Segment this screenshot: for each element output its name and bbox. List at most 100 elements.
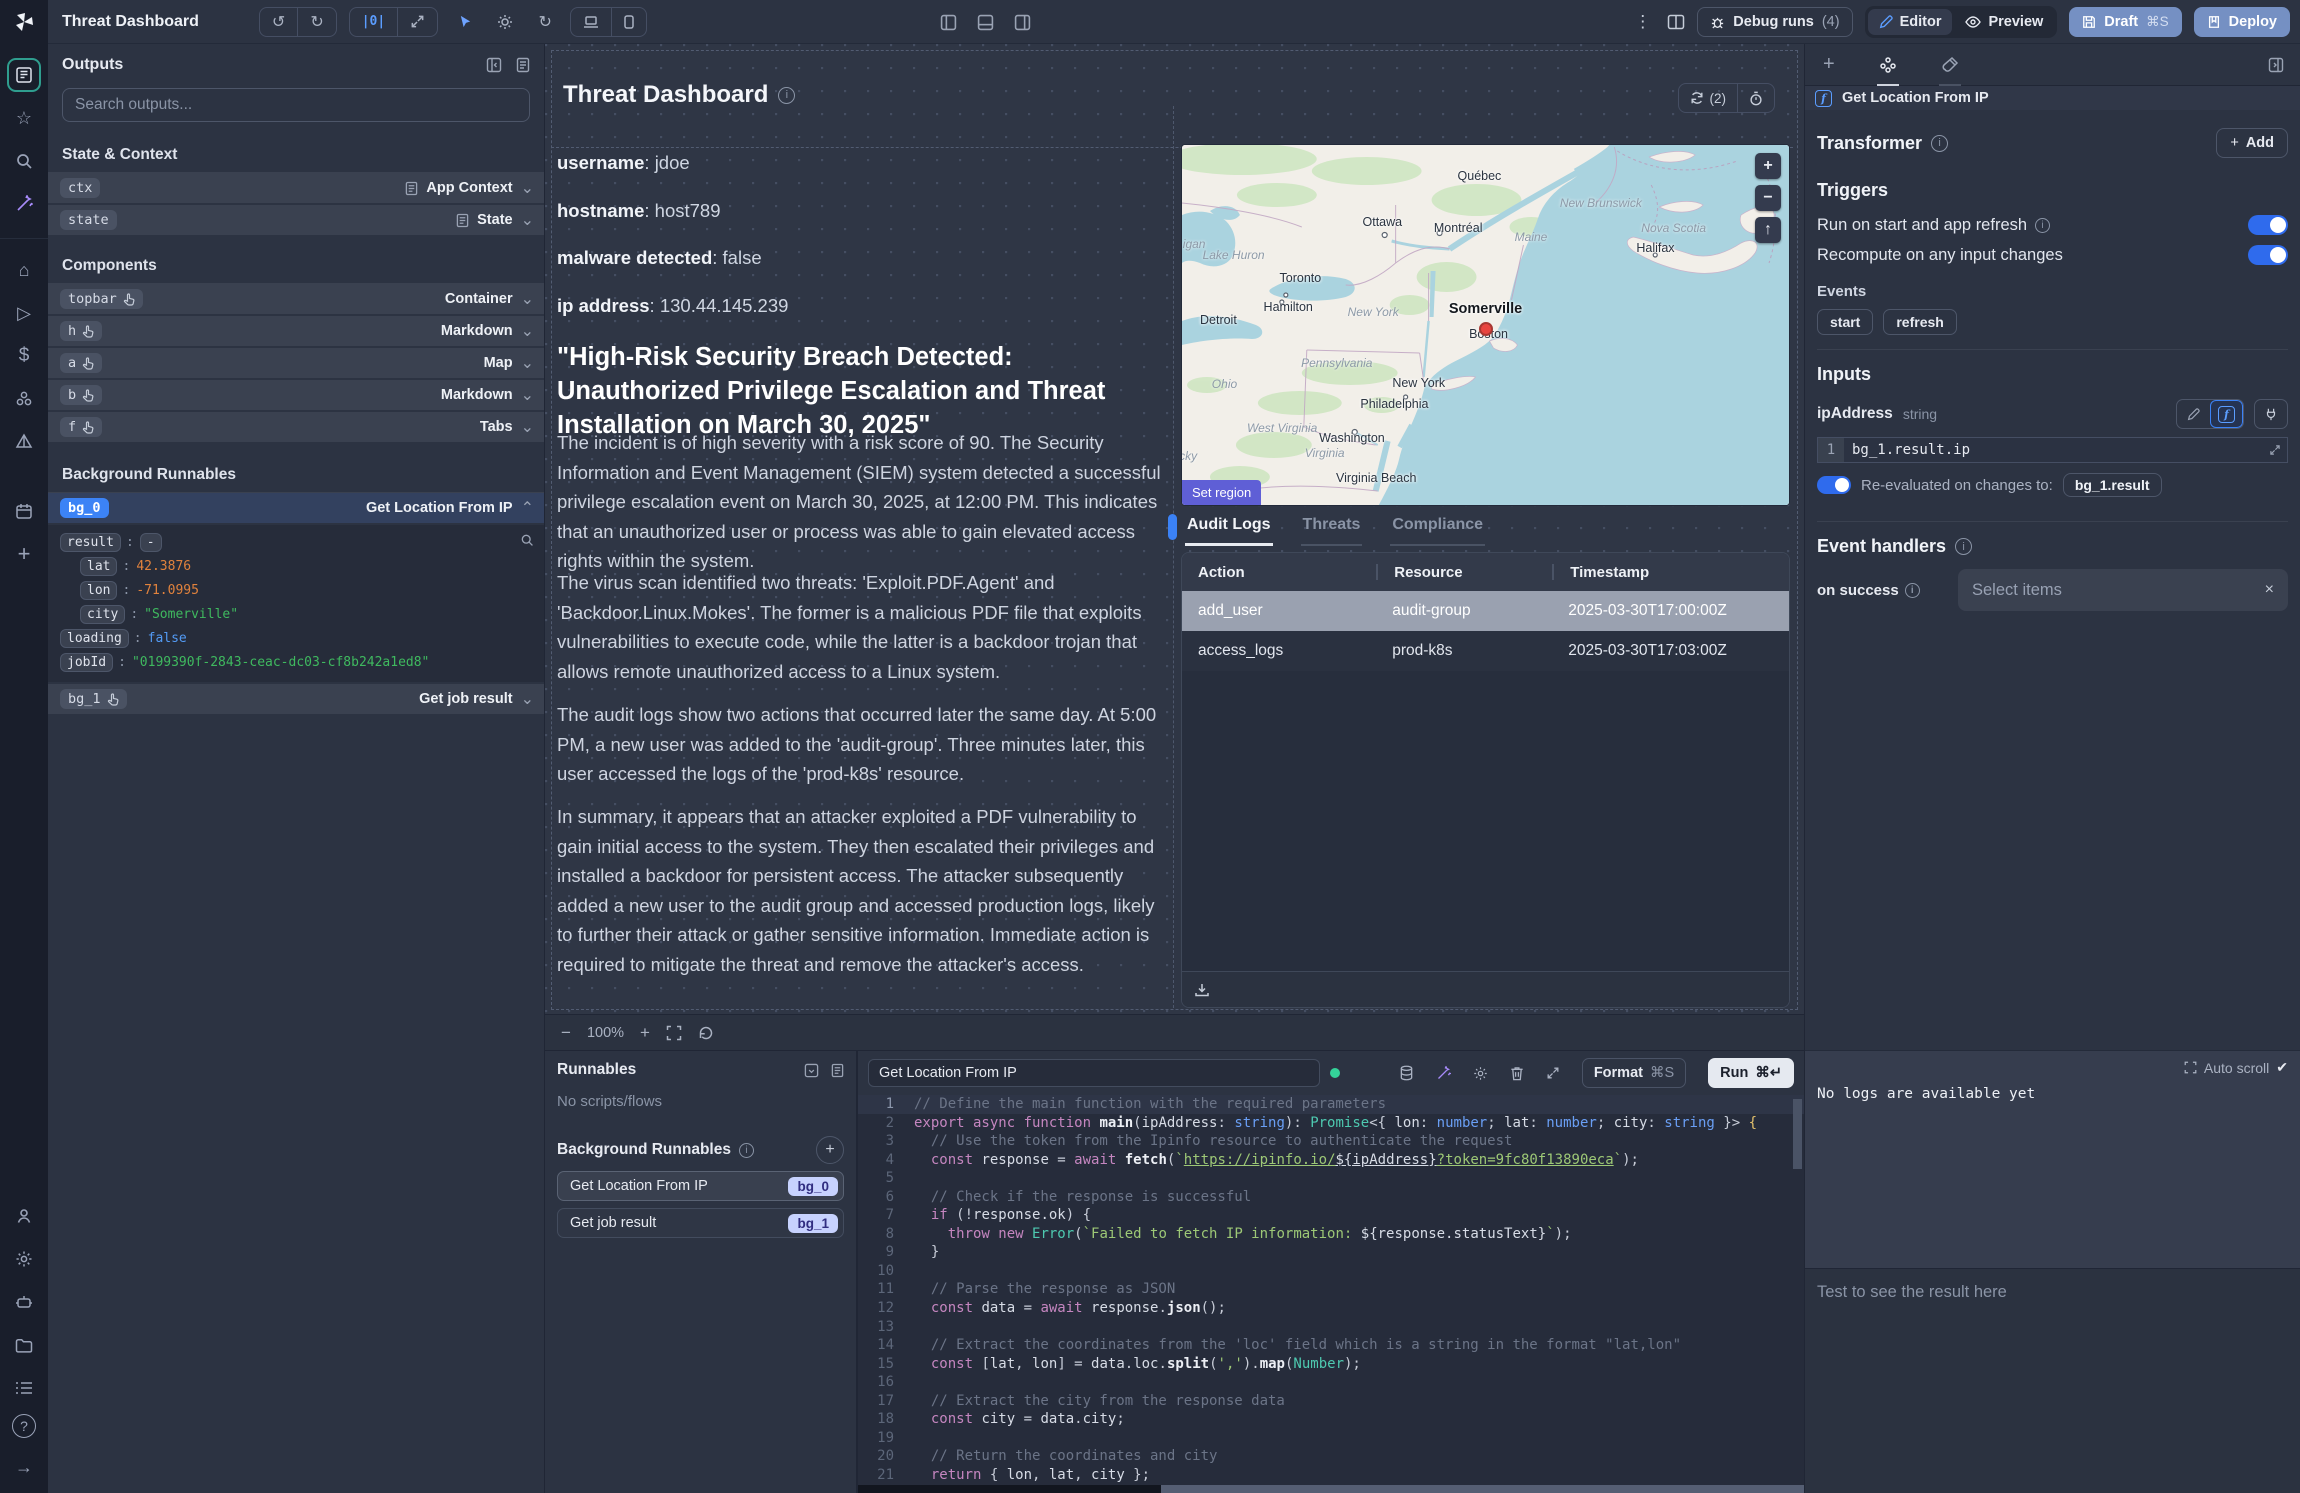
eval-mode-button[interactable]: f	[2210, 400, 2243, 428]
debug-runs-button[interactable]: Debug runs (4)	[1697, 7, 1852, 37]
chevron-down-icon[interactable]: ⌄	[521, 689, 534, 709]
add-runnable-button[interactable]: +	[816, 1136, 844, 1164]
collapse-rail-button[interactable]: →	[7, 1450, 41, 1484]
draft-button[interactable]: Draft ⌘S	[2069, 7, 2181, 37]
pointer-tool-button[interactable]	[450, 7, 480, 37]
output-row-state[interactable]: state State ⌄	[48, 205, 544, 235]
logs-nav[interactable]	[7, 1371, 41, 1405]
component-row-a[interactable]: a Map⌄	[48, 348, 544, 378]
app-canvas[interactable]: Threat Dashboardi (2) username: jdoe hos…	[545, 44, 1804, 1050]
bg1-row[interactable]: bg_1 Get job result⌄	[48, 684, 544, 714]
download-icon[interactable]	[1194, 982, 1210, 998]
mobile-view-button[interactable]	[611, 8, 646, 36]
run-on-start-toggle[interactable]	[2248, 215, 2288, 235]
search-nav[interactable]	[7, 144, 41, 178]
ai-wand-icon[interactable]	[1436, 1066, 1451, 1081]
resize-handle[interactable]	[1168, 514, 1177, 540]
add-nav[interactable]: +	[7, 537, 41, 571]
tab-compliance[interactable]: Compliance	[1390, 510, 1485, 546]
component-row-f[interactable]: f Tabs⌄	[48, 412, 544, 442]
more-menu-button[interactable]: ⋮	[1630, 12, 1655, 32]
component-settings-tab[interactable]	[1877, 44, 1899, 86]
help-button[interactable]: ?	[12, 1414, 36, 1438]
chevron-down-icon[interactable]: ⌄	[521, 417, 534, 437]
connect-input-button[interactable]	[2254, 399, 2288, 429]
collapse-right-panel-icon[interactable]	[2268, 57, 2284, 73]
add-transformer-button[interactable]: +Add	[2216, 128, 2288, 158]
panel-left-icon[interactable]	[940, 14, 957, 31]
refresh-all-button[interactable]: (2)	[1679, 84, 1738, 112]
workers-nav[interactable]	[7, 1285, 41, 1319]
schedules-nav[interactable]	[7, 425, 41, 459]
settings-nav[interactable]	[7, 1242, 41, 1276]
bg0-row[interactable]: bg_0 Get Location From IP⌃	[48, 493, 544, 523]
clear-select-icon[interactable]: ×	[2265, 581, 2274, 599]
home-nav[interactable]: ⌂	[7, 253, 41, 287]
reset-view-icon[interactable]	[698, 1025, 714, 1041]
undo-button[interactable]: ↺	[260, 8, 297, 36]
collapse-bottom-icon[interactable]	[804, 1063, 819, 1078]
json-result-line[interactable]: result:-	[60, 533, 532, 552]
collapse-toggle[interactable]: -	[140, 533, 162, 552]
script-name-input[interactable]	[868, 1059, 1320, 1087]
map-component[interactable]: QuébecNew BrunswickNova ScotiaHalifaxOtt…	[1181, 144, 1790, 506]
chevron-down-icon[interactable]: ⌄	[521, 289, 534, 309]
chevron-down-icon[interactable]: ⌄	[521, 210, 534, 230]
reeval-toggle[interactable]	[1817, 476, 1851, 494]
variables-nav[interactable]: $	[7, 339, 41, 373]
ai-nav[interactable]	[7, 187, 41, 221]
deploy-button[interactable]: Deploy	[2194, 7, 2290, 37]
insert-tab[interactable]: +	[1821, 44, 1837, 86]
chevron-up-icon[interactable]: ⌃	[521, 498, 534, 518]
trash-icon[interactable]	[1510, 1066, 1524, 1081]
component-row-topbar[interactable]: topbar Container⌄	[48, 284, 544, 314]
user-nav[interactable]	[7, 1199, 41, 1233]
panel-bottom-icon[interactable]	[977, 14, 994, 31]
col-timestamp[interactable]: Timestamp	[1552, 564, 1789, 580]
output-row-ctx[interactable]: ctx App Context ⌄	[48, 173, 544, 203]
expand-icon[interactable]	[1546, 1066, 1560, 1080]
expand-canvas-button[interactable]	[397, 8, 437, 36]
chevron-down-icon[interactable]: ⌄	[521, 178, 534, 198]
zoom-out-button[interactable]: −	[561, 1023, 571, 1043]
expression-input[interactable]: 1 bg_1.result.ip	[1817, 437, 2288, 463]
recompute-toggle[interactable]	[2248, 245, 2288, 265]
refresh-theme-button[interactable]: ↻	[530, 7, 560, 37]
json-search-icon[interactable]	[520, 533, 534, 547]
code-horizontal-scrollbar[interactable]	[858, 1485, 1804, 1493]
set-region-button[interactable]: Set region	[1182, 480, 1261, 505]
split-view-icon[interactable]	[1667, 14, 1685, 30]
map-zoom-in-button[interactable]: +	[1755, 153, 1781, 179]
static-mode-button[interactable]	[2177, 400, 2210, 428]
event-chip-start[interactable]: start	[1817, 309, 1873, 335]
doc-panel-icon[interactable]	[516, 57, 530, 73]
col-action[interactable]: Action	[1182, 564, 1376, 581]
table-row[interactable]: access_logs prod-k8s 2025-03-30T17:03:00…	[1182, 631, 1789, 671]
map-zoom-out-button[interactable]: −	[1755, 185, 1781, 211]
app-logo[interactable]	[0, 0, 48, 44]
code-content[interactable]: 1// Define the main function with the re…	[858, 1095, 1804, 1485]
topbar-component[interactable]: Threat Dashboardi (2)	[551, 73, 1793, 148]
zoom-in-button[interactable]: +	[640, 1023, 650, 1043]
panel-right-icon[interactable]	[1014, 14, 1031, 31]
tab-audit-logs[interactable]: Audit Logs	[1185, 510, 1273, 546]
favorites-nav[interactable]: ☆	[7, 101, 41, 135]
preview-mode-button[interactable]: Preview	[1954, 9, 2054, 35]
on-success-select[interactable]: Select items ×	[1958, 569, 2288, 611]
col-resource[interactable]: Resource	[1376, 564, 1552, 580]
chevron-down-icon[interactable]: ⌄	[521, 353, 534, 373]
chevron-down-icon[interactable]: ⌄	[521, 321, 534, 341]
editor-mode-button[interactable]: Editor	[1868, 9, 1953, 35]
runnable-item[interactable]: Get job result bg_1	[557, 1208, 844, 1238]
map-fit-button[interactable]: ↑	[1755, 217, 1781, 243]
table-row[interactable]: add_user audit-group 2025-03-30T17:00:00…	[1182, 591, 1789, 631]
event-chip-refresh[interactable]: refresh	[1883, 309, 1956, 335]
database-icon[interactable]	[1399, 1065, 1414, 1081]
component-row-h[interactable]: h Markdown⌄	[48, 316, 544, 346]
desktop-view-button[interactable]	[571, 8, 611, 36]
theme-button[interactable]	[490, 7, 520, 37]
runnable-item-selected[interactable]: Get Location From IP bg_0	[557, 1171, 844, 1201]
code-vertical-scrollbar[interactable]	[1793, 1099, 1802, 1169]
collapse-panel-icon[interactable]	[486, 57, 502, 73]
expand-logs-icon[interactable]	[2184, 1061, 2197, 1074]
